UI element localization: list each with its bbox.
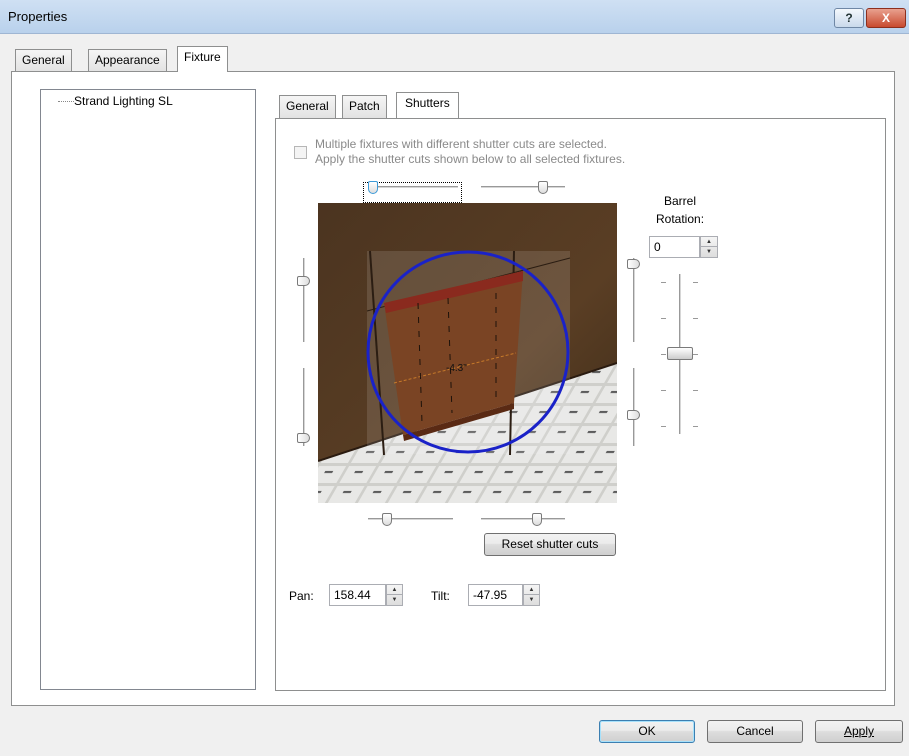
subtab-general[interactable]: General: [279, 95, 336, 118]
multi-select-line-1: Multiple fixtures with different shutter…: [315, 137, 607, 151]
tilt-spinner[interactable]: ▲ ▼: [523, 584, 540, 606]
pan-spinner[interactable]: ▲ ▼: [386, 584, 403, 606]
subtab-shutters[interactable]: Shutters: [396, 92, 459, 118]
shutter-left-bottom-slider[interactable]: [297, 433, 310, 443]
barrel-rotation-input[interactable]: 0: [649, 236, 700, 258]
shutter-bottom-left-slider[interactable]: [382, 513, 392, 526]
shutter-right-bottom-slider[interactable]: [627, 410, 640, 420]
tab-general[interactable]: General: [15, 49, 72, 72]
spinner-up-icon[interactable]: ▲: [701, 237, 717, 247]
tab-fixture[interactable]: Fixture: [177, 46, 228, 72]
barrel-label-2: Rotation:: [656, 212, 705, 226]
help-icon: ?: [845, 11, 853, 25]
barrel-slider-thumb[interactable]: [667, 347, 693, 360]
tilt-input[interactable]: -47.95: [468, 584, 523, 606]
shutter-top-left-track: [368, 186, 458, 189]
shutter-preview-image: -4.3": [318, 203, 617, 503]
shutter-right-top-slider[interactable]: [627, 259, 640, 269]
spinner-down-icon[interactable]: ▼: [387, 595, 402, 605]
spinner-down-icon[interactable]: ▼: [524, 595, 539, 605]
close-button[interactable]: X: [866, 8, 906, 28]
pan-label: Pan:: [289, 589, 314, 603]
window-title: Properties: [8, 9, 68, 24]
tab-appearance[interactable]: Appearance: [88, 49, 167, 72]
ok-button[interactable]: OK: [599, 720, 695, 743]
cancel-button[interactable]: Cancel: [707, 720, 803, 743]
tree-item-strand-lighting[interactable]: Strand Lighting SL: [74, 94, 173, 108]
fixture-tree[interactable]: [40, 89, 256, 690]
close-icon: X: [881, 11, 890, 25]
tick-mark: [693, 318, 698, 319]
tick-mark: [693, 282, 698, 283]
title-bar: [0, 0, 909, 34]
tick-mark: [693, 426, 698, 427]
spinner-down-icon[interactable]: ▼: [701, 247, 717, 257]
apply-button[interactable]: Apply: [815, 720, 903, 743]
tick-mark: [661, 426, 666, 427]
tick-mark: [661, 390, 666, 391]
tree-connector: [58, 101, 74, 102]
help-button[interactable]: ?: [834, 8, 864, 28]
shutter-right-bottom-track: [633, 368, 636, 446]
multi-select-line-2: Apply the shutter cuts shown below to al…: [315, 152, 626, 166]
pan-input[interactable]: 158.44: [329, 584, 386, 606]
reset-shutter-cuts-button[interactable]: Reset shutter cuts: [484, 533, 616, 556]
subtab-patch[interactable]: Patch: [342, 95, 387, 118]
shutter-right-top-track: [633, 258, 636, 342]
shutter-left-top-track: [303, 258, 306, 342]
shutter-left-top-slider[interactable]: [297, 276, 310, 286]
tick-mark: [661, 282, 666, 283]
shutter-top-right-slider[interactable]: [538, 181, 548, 194]
barrel-label-1: Barrel: [664, 194, 697, 208]
tick-mark: [693, 390, 698, 391]
tick-mark: [661, 318, 666, 319]
apply-to-all-label: Multiple fixtures with different shutter…: [315, 137, 625, 167]
viewport-readout: -4.3": [446, 363, 467, 374]
tick-mark: [693, 354, 698, 355]
spinner-up-icon[interactable]: ▲: [387, 585, 402, 595]
apply-to-all-checkbox[interactable]: [294, 146, 307, 159]
shutter-bottom-left-track: [368, 518, 453, 521]
shutter-bottom-right-slider[interactable]: [532, 513, 542, 526]
tilt-label: Tilt:: [431, 589, 450, 603]
shutter-bottom-right-track: [481, 518, 565, 521]
spinner-up-icon[interactable]: ▲: [524, 585, 539, 595]
tick-mark: [661, 354, 666, 355]
barrel-rotation-spinner[interactable]: ▲ ▼: [700, 236, 718, 258]
shutter-top-left-slider[interactable]: [368, 181, 378, 194]
shutter-top-right-track: [481, 186, 565, 189]
shutter-preview-viewport[interactable]: -4.3": [318, 203, 617, 503]
